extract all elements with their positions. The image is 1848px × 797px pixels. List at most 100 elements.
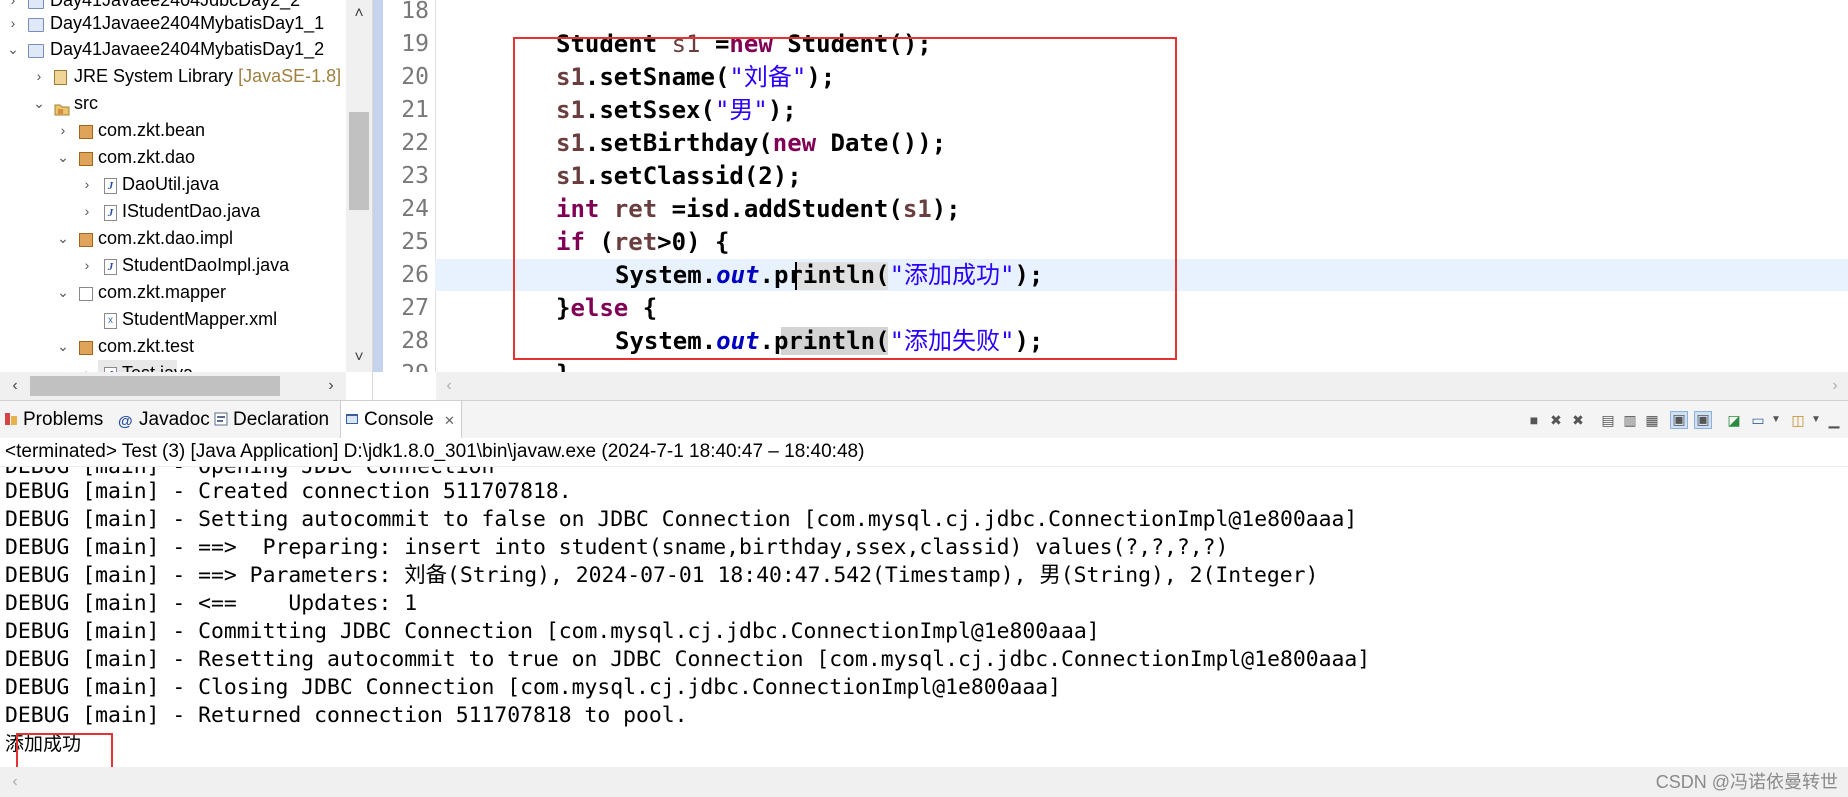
console-line: DEBUG [main] - ==> Preparing: insert int… [5, 535, 1229, 560]
tree-item-label: com.zkt.test [98, 336, 195, 356]
source-folder-icon [54, 97, 70, 116]
tree-item-label: src [74, 93, 98, 113]
tab-problems[interactable]: Problems [4, 401, 103, 438]
problems-icon [4, 402, 18, 425]
explorer-horizontal-scroll-thumb[interactable] [30, 376, 280, 396]
tree-item-label: IStudentDao.java [122, 201, 261, 221]
package-icon [79, 341, 93, 355]
pin-console-icon[interactable]: ◪ [1726, 413, 1742, 427]
tree-item-label: com.zkt.bean [98, 120, 206, 140]
console-line: DEBUG [main] - Returned connection 51170… [5, 703, 688, 728]
tree-item-label: StudentDaoImpl.java [122, 255, 290, 275]
library-icon [54, 70, 67, 85]
line-number: 27 [401, 295, 429, 321]
java-file-icon: J [104, 178, 117, 194]
chevron-down-icon[interactable]: ˅ [346, 344, 372, 372]
library-decoration: [JavaSE-1.8] [238, 66, 342, 86]
remove-all-terminated-icon[interactable]: ✖ [1570, 413, 1586, 427]
open-console-icon[interactable]: ◫ [1790, 413, 1806, 427]
console-icon [345, 402, 359, 424]
chevron-down-icon[interactable]: ⌄ [6, 36, 20, 63]
bottom-view-tabbar: Problems @ Javadoc Declaration Console ✕ … [0, 400, 1848, 439]
chevron-right-icon[interactable]: › [80, 252, 94, 279]
chevron-right-icon[interactable]: › [56, 117, 70, 144]
annotation-highlight-box [513, 37, 1177, 360]
line-number: 26 [401, 262, 429, 288]
library-name: JRE System Library [74, 66, 234, 86]
console-line: DEBUG [main] - Committing JDBC Connectio… [5, 619, 1100, 644]
line-number: 23 [401, 163, 429, 189]
line-number: 18 [401, 0, 429, 24]
line-number: 24 [401, 196, 429, 222]
word-wrap-icon[interactable]: ▦ [1644, 413, 1660, 427]
package-folder-icon [79, 287, 93, 301]
console-line: DEBUG [main] - <== Updates: 1 [5, 591, 418, 616]
console-process-status: <terminated> Test (3) [Java Application]… [0, 438, 1848, 467]
console-output[interactable]: DEBUG [main] - Opening JDBC Connection D… [0, 467, 1848, 767]
chevron-right-icon[interactable]: › [80, 171, 94, 198]
editor-horizontal-scrollbar[interactable]: ‹ › [436, 372, 1848, 400]
java-file-icon: J [104, 259, 117, 275]
show-on-stderr-icon[interactable]: ▣ [1694, 411, 1712, 429]
console-line: DEBUG [main] - Setting autocommit to fal… [5, 507, 1358, 532]
chevron-down-icon[interactable]: ▼ [1768, 413, 1784, 427]
tab-label: Javadoc [139, 409, 210, 430]
line-number: 28 [401, 328, 429, 354]
annotation-highlight-box [16, 733, 113, 770]
display-console-icon[interactable]: ▭ [1750, 413, 1766, 427]
chevron-right-icon[interactable]: › [318, 372, 344, 400]
chevron-right-icon[interactable]: › [1822, 372, 1848, 400]
chevron-down-icon[interactable]: ⌄ [56, 225, 70, 252]
chevron-down-icon[interactable]: ⌄ [56, 144, 70, 171]
console-line: DEBUG [main] - ==> Parameters: 刘备(String… [5, 563, 1319, 588]
chevron-up-icon[interactable]: ˄ [346, 0, 372, 28]
terminate-icon[interactable]: ■ [1526, 413, 1542, 427]
editor-annotation-margin [373, 0, 383, 372]
close-icon[interactable]: ✕ [444, 413, 455, 428]
explorer-vertical-scroll-thumb[interactable] [349, 112, 369, 210]
chevron-left-icon[interactable]: ‹ [2, 372, 28, 400]
tree-item-label: DaoUtil.java [122, 174, 220, 194]
line-number: 20 [401, 64, 429, 90]
tab-declaration[interactable]: Declaration [214, 401, 329, 438]
watermark: CSDN @冯诺依曼转世 [1655, 772, 1838, 792]
chevron-down-icon[interactable]: ⌄ [32, 90, 46, 117]
line-number: 22 [401, 130, 429, 156]
remove-launch-icon[interactable]: ✖ [1548, 413, 1564, 427]
code-token-text: } [556, 360, 570, 372]
javadoc-icon: @ [118, 413, 133, 430]
project-icon [28, 18, 44, 32]
declaration-icon [214, 402, 228, 426]
package-icon [79, 125, 93, 139]
tab-label: Console [364, 409, 434, 430]
tree-item-label: com.zkt.dao [98, 147, 196, 167]
clear-console-icon[interactable]: ▤ [1600, 413, 1616, 427]
scroll-lock-icon[interactable]: ▥ [1622, 413, 1638, 427]
line-number: 19 [401, 31, 429, 57]
chevron-right-icon[interactable]: › [80, 198, 94, 225]
project-icon [28, 44, 44, 58]
java-interface-icon: J [104, 205, 117, 221]
tab-label: Problems [23, 409, 104, 430]
code-line-29: } [556, 358, 570, 372]
console-line: DEBUG [main] - Created connection 511707… [5, 479, 572, 504]
chevron-left-icon[interactable]: ‹ [436, 372, 462, 400]
chevron-down-icon[interactable]: ▼ [1808, 413, 1824, 427]
minimize-icon[interactable]: ▁ [1826, 413, 1842, 427]
line-number: 29 [383, 358, 429, 372]
show-on-stdout-icon[interactable]: ▣ [1670, 411, 1688, 429]
console-line: DEBUG [main] - Closing JDBC Connection [… [5, 675, 1062, 700]
tab-javadoc[interactable]: @ Javadoc [118, 401, 210, 438]
chevron-right-icon[interactable]: › [32, 63, 46, 90]
chevron-down-icon[interactable]: ⌄ [56, 279, 70, 306]
chevron-down-icon[interactable]: ⌄ [56, 333, 70, 360]
chevron-right-icon[interactable]: › [6, 10, 20, 37]
tab-console[interactable]: Console ✕ [340, 401, 462, 438]
tree-item-label: StudentMapper.xml [122, 309, 278, 329]
line-number: 21 [401, 97, 429, 123]
xml-file-icon: x [104, 313, 117, 329]
line-number: 25 [401, 229, 429, 255]
chevron-left-icon[interactable]: ‹ [2, 768, 28, 796]
package-explorer: › Day41Javaee2404JdbcDay2_2 › Day41Javae… [0, 0, 373, 400]
console-horizontal-scrollbar[interactable]: ‹ [0, 767, 1848, 797]
